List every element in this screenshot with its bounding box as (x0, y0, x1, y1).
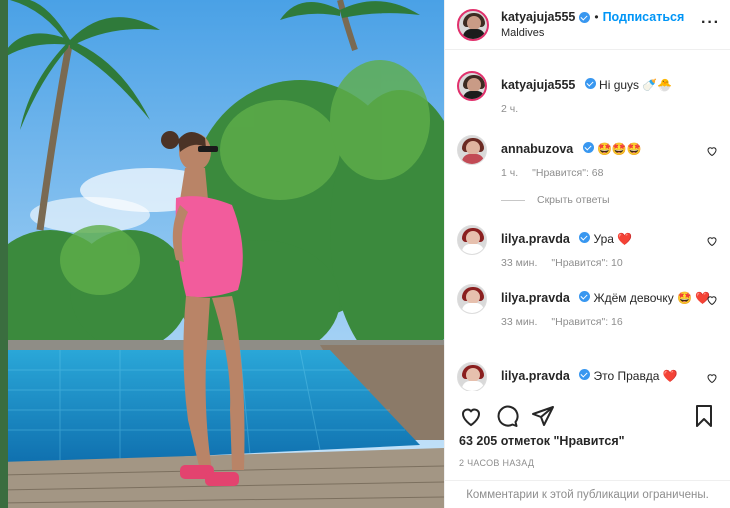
comment-item: lilya.pravda Это Правда ❤️ (457, 362, 718, 391)
hide-replies-button[interactable]: Скрыть ответы (501, 194, 610, 206)
verified-badge-icon (584, 78, 596, 89)
author-avatar[interactable] (457, 8, 489, 41)
comment-likes[interactable]: "Нравится": 10 (551, 257, 622, 269)
more-options-icon[interactable]: ··· (701, 14, 720, 32)
comment-username[interactable]: lilya.pravda (501, 291, 570, 305)
separator-dot: • (594, 10, 599, 24)
comments-restricted-notice: Комментарии к этой публикации ограничены… (445, 480, 730, 508)
comment-likes[interactable]: "Нравится": 16 (551, 316, 622, 328)
comment-item: lilya.pravda Ждём девочку 🤩 ❤️ 33 мин. "… (457, 284, 718, 328)
bookmark-icon[interactable] (692, 404, 716, 428)
heart-icon[interactable] (706, 294, 718, 306)
caption-author-avatar[interactable] (457, 71, 487, 101)
verified-badge-icon (579, 369, 591, 380)
follow-button[interactable]: Подписаться (603, 10, 685, 24)
comment-time[interactable]: 33 мин. (501, 257, 537, 269)
comment-text: Ждём девочку 🤩 ❤️ (593, 291, 711, 305)
heart-icon[interactable] (459, 404, 483, 428)
comment-item: annabuzova 🤩🤩🤩 1 ч. "Нравится": 68 (457, 135, 718, 179)
comment-item: lilya.pravda Ура ❤️ 33 мин. "Нравится": … (457, 225, 718, 269)
photo-illustration (0, 0, 444, 508)
heart-icon[interactable] (706, 235, 718, 247)
post-side-panel: katyajuja555 • Подписаться Maldives ··· (444, 0, 730, 508)
caption-username[interactable]: katyajuja555 (501, 78, 575, 92)
commenter-avatar[interactable] (457, 135, 487, 165)
verified-badge-icon (579, 11, 591, 23)
commenter-avatar[interactable] (457, 225, 487, 255)
verified-badge-icon (582, 142, 594, 153)
comment-text: Ура ❤️ (593, 232, 633, 246)
likes-count[interactable]: 63 205 отметок "Нравится" (459, 434, 625, 448)
comment-username[interactable]: annabuzova (501, 142, 573, 156)
verified-badge-icon (579, 232, 591, 243)
post-time[interactable]: 2 ЧАСОВ НАЗАД (459, 458, 534, 468)
caption: katyajuja555 Hi guys 🍼🐣 2 ч. (457, 71, 718, 115)
post-actions (445, 400, 730, 432)
comment-icon[interactable] (495, 404, 519, 428)
comment-likes[interactable]: "Нравится": 68 (532, 167, 603, 179)
commenter-avatar[interactable] (457, 362, 487, 391)
post-header: katyajuja555 • Подписаться Maldives ··· (445, 0, 730, 50)
post-location[interactable]: Maldives (501, 27, 684, 39)
comment-time[interactable]: 33 мин. (501, 316, 537, 328)
heart-icon[interactable] (706, 145, 718, 157)
divider-line (501, 199, 525, 201)
comment-time[interactable]: 1 ч. (501, 167, 518, 179)
comment-username[interactable]: lilya.pravda (501, 232, 570, 246)
comment-text: 🤩🤩🤩 (596, 142, 642, 156)
hide-replies-label: Скрыть ответы (537, 194, 610, 206)
comment-username[interactable]: lilya.pravda (501, 369, 570, 383)
paper-plane-icon[interactable] (531, 404, 555, 428)
comment-text: Это Правда ❤️ (593, 369, 678, 383)
comments-list[interactable]: katyajuja555 Hi guys 🍼🐣 2 ч. annabuzova (445, 51, 730, 391)
caption-text: Hi guys 🍼🐣 (599, 78, 673, 92)
caption-time[interactable]: 2 ч. (501, 103, 518, 115)
author-username[interactable]: katyajuja555 (501, 10, 575, 24)
post-photo[interactable] (0, 0, 444, 508)
instagram-post: katyajuja555 • Подписаться Maldives ··· (0, 0, 730, 508)
commenter-avatar[interactable] (457, 284, 487, 314)
heart-icon[interactable] (706, 372, 718, 384)
verified-badge-icon (579, 291, 591, 302)
adjacent-photo-edge (0, 0, 8, 508)
